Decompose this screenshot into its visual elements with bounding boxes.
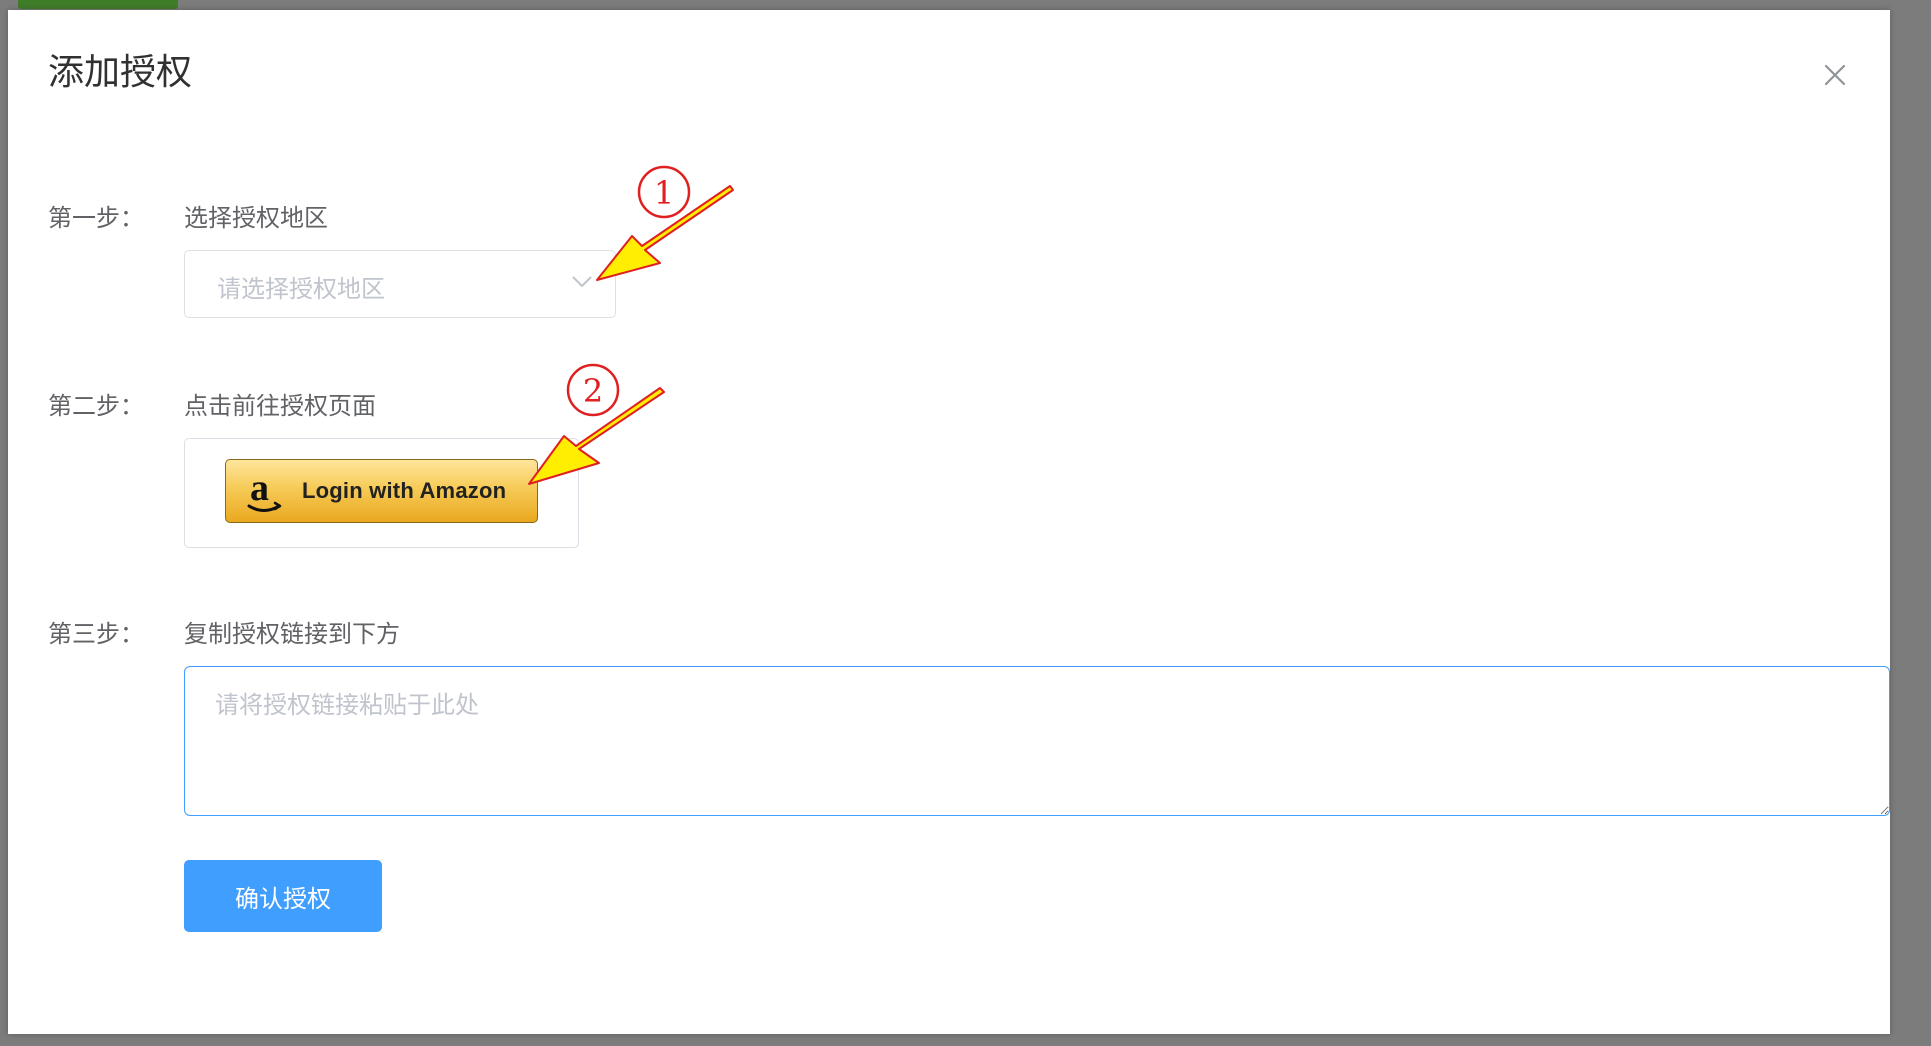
background-tab-strip: [18, 0, 178, 9]
step3-label: 第三步：: [48, 620, 144, 648]
close-icon[interactable]: [1820, 60, 1850, 90]
step1-description: 选择授权地区: [184, 204, 328, 232]
region-select[interactable]: 请选择授权地区: [184, 250, 616, 318]
background-page-edge: [1921, 66, 1931, 96]
step1-label: 第一步：: [48, 204, 144, 232]
chevron-down-icon: [572, 276, 592, 288]
svg-text:a: a: [250, 468, 269, 509]
step2-description: 点击前往授权页面: [184, 392, 376, 420]
step3-description: 复制授权链接到下方: [184, 620, 400, 648]
dialog-title: 添加授权: [48, 52, 193, 93]
login-with-amazon-label: Login with Amazon: [302, 478, 507, 503]
amazon-logo-icon: a: [247, 468, 282, 512]
confirm-authorization-button[interactable]: 确认授权: [184, 860, 382, 932]
login-with-amazon-button[interactable]: a Login with Amazon: [225, 459, 538, 523]
region-select-placeholder: 请选择授权地区: [217, 275, 385, 303]
authorization-link-textarea[interactable]: [184, 666, 1890, 816]
add-authorization-dialog: 添加授权 第一步： 选择授权地区 请选择授权地区 第二步： 点击前往授权页面 a…: [8, 10, 1890, 1034]
amazon-login-panel: a Login with Amazon: [184, 438, 579, 548]
step2-label: 第二步：: [48, 392, 144, 420]
